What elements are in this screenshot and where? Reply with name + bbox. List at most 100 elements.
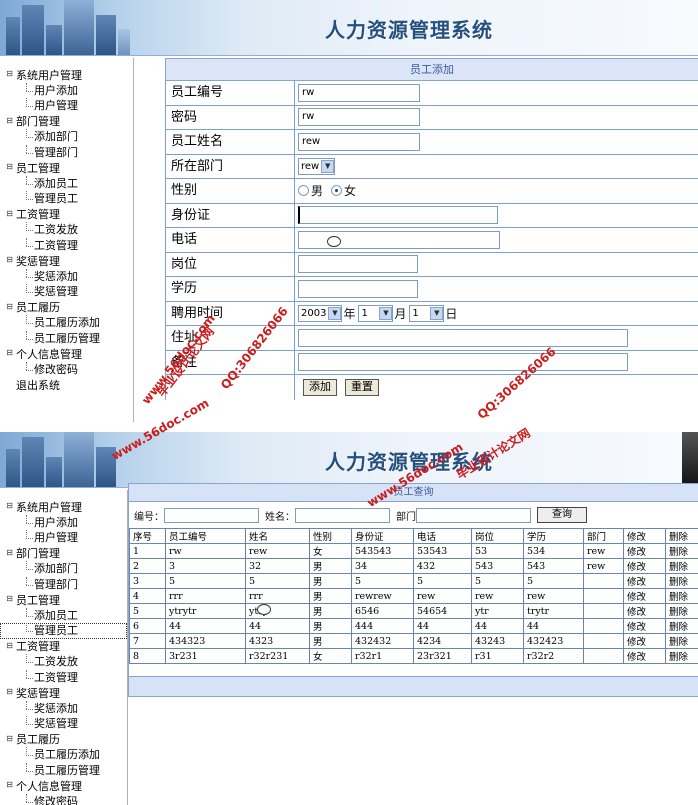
sidebar-item-dept-manage[interactable]: 管理部门: [0, 576, 127, 593]
search-button[interactable]: 查询: [537, 507, 587, 523]
remark-input[interactable]: [298, 353, 628, 372]
tree-expand-icon[interactable]: ⊟: [5, 256, 14, 265]
tree-expand-icon[interactable]: ⊟: [5, 641, 14, 651]
sidebar-item-change-password[interactable]: 修改密码: [0, 361, 133, 378]
sidebar-item-user-add[interactable]: 用户添加: [0, 82, 133, 99]
id-card-input[interactable]: [298, 206, 498, 225]
nav-group-header[interactable]: ⊟ 部门管理: [0, 114, 133, 130]
nav-group-header[interactable]: ⊟ 员工管理: [0, 160, 133, 176]
cell-edit-link[interactable]: 修改: [623, 603, 666, 619]
sidebar-item-dept-add[interactable]: 添加部门: [0, 129, 133, 145]
tree-expand-icon[interactable]: ⊟: [5, 209, 14, 219]
nav-group-header[interactable]: ⊟ 员工履历: [0, 300, 133, 316]
sidebar-item-user-add[interactable]: 用户添加: [0, 514, 127, 531]
nav-group-header[interactable]: ⊟ 系统用户管理: [0, 67, 133, 83]
sidebar-item-emp-add[interactable]: 添加员工: [0, 175, 133, 192]
nav-group-header[interactable]: ⊟ 系统用户管理: [0, 499, 127, 515]
tree-expand-icon[interactable]: ⊟: [5, 734, 14, 744]
sidebar-item-reward-add[interactable]: 奖惩添加: [0, 268, 133, 285]
cell-delete-link[interactable]: 删除: [665, 603, 698, 619]
gender-radio-male[interactable]: 男: [298, 182, 323, 199]
tree-expand-icon[interactable]: ⊟: [5, 163, 14, 172]
dept-select[interactable]: rew ▼: [298, 157, 336, 175]
emp-no-input[interactable]: rw: [298, 83, 420, 102]
cell-delete-link[interactable]: 删除: [665, 633, 698, 649]
cell-phone: 53543: [413, 543, 472, 559]
cell-edit-link[interactable]: 修改: [623, 618, 666, 634]
cell-delete-link[interactable]: 删除: [665, 588, 698, 604]
sidebar-item-resume-manage[interactable]: 员工履历管理: [0, 762, 127, 779]
nav-group-header[interactable]: ⊟ 员工管理: [0, 592, 127, 608]
sidebar-item-dept-manage[interactable]: 管理部门: [0, 144, 133, 161]
position-input[interactable]: [298, 255, 418, 274]
cell-edit-link[interactable]: 修改: [623, 633, 666, 649]
sidebar-item-logout[interactable]: 退出系统: [0, 377, 133, 393]
reset-button[interactable]: 重置: [345, 378, 379, 396]
education-input[interactable]: [298, 279, 418, 298]
tree-expand-icon[interactable]: ⊟: [5, 70, 14, 79]
radio-selected-icon[interactable]: [331, 185, 343, 197]
hire-day-select[interactable]: 1 ▼: [409, 304, 445, 322]
hire-month-select[interactable]: 1 ▼: [358, 304, 394, 322]
sidebar-item-salary-manage[interactable]: 工资管理: [0, 237, 133, 254]
sidebar-item-user-manage[interactable]: 用户管理: [0, 98, 133, 114]
cell-delete-link[interactable]: 删除: [665, 558, 698, 574]
radio-icon[interactable]: [298, 185, 309, 197]
tree-expand-icon[interactable]: ⊟: [5, 502, 14, 511]
tree-expand-icon[interactable]: ⊟: [5, 302, 14, 312]
sidebar-item-salary-pay[interactable]: 工资发放: [0, 654, 127, 670]
sidebar-item-change-password[interactable]: 修改密码: [0, 793, 127, 805]
cell-delete-link[interactable]: 删除: [665, 648, 698, 664]
cell-edit-link[interactable]: 修改: [623, 588, 666, 604]
nav-group-header[interactable]: ⊟ 奖惩管理: [0, 253, 133, 269]
query-emp-no-input[interactable]: [164, 507, 259, 523]
emp-name-input[interactable]: rew: [298, 132, 420, 151]
sidebar-item-user-manage[interactable]: 用户管理: [0, 530, 127, 546]
hire-year-select[interactable]: 2003 ▼: [298, 304, 343, 322]
tree-expand-icon[interactable]: ⊟: [5, 781, 14, 790]
chevron-down-icon[interactable]: ▼: [328, 306, 342, 320]
chevron-down-icon[interactable]: ▼: [430, 306, 444, 320]
sidebar-item-dept-add[interactable]: 添加部门: [0, 561, 127, 577]
address-input[interactable]: [298, 328, 628, 347]
sidebar-item-emp-manage[interactable]: 管理员工: [0, 623, 127, 639]
sidebar-item-emp-add[interactable]: 添加员工: [0, 607, 127, 624]
sidebar-item-resume-manage[interactable]: 员工履历管理: [0, 330, 133, 347]
sidebar-item-reward-add[interactable]: 奖惩添加: [0, 700, 127, 717]
nav-group-header[interactable]: ⊟ 工资管理: [0, 207, 133, 223]
tree-expand-icon[interactable]: ⊟: [5, 595, 14, 604]
nav-group-header[interactable]: ⊟ 个人信息管理: [0, 346, 133, 362]
tree-expand-icon[interactable]: ⊟: [5, 688, 14, 697]
cell-edit-link[interactable]: 修改: [623, 543, 666, 559]
cell-edit-link[interactable]: 修改: [623, 558, 666, 574]
nav-group-header[interactable]: ⊟ 工资管理: [0, 639, 127, 655]
sidebar-item-salary-pay[interactable]: 工资发放: [0, 222, 133, 238]
cell-delete-link[interactable]: 删除: [665, 618, 698, 634]
sidebar-item-resume-add[interactable]: 员工履历添加: [0, 747, 127, 763]
nav-group-header[interactable]: ⊟ 部门管理: [0, 546, 127, 562]
nav-group-system-users: ⊟ 系统用户管理 用户添加 用户管理: [0, 499, 127, 546]
sidebar-item-reward-manage[interactable]: 奖惩管理: [0, 716, 127, 732]
sidebar-item-salary-manage[interactable]: 工资管理: [0, 669, 127, 686]
sidebar-item-resume-add[interactable]: 员工履历添加: [0, 315, 133, 331]
tree-expand-icon[interactable]: ⊟: [5, 349, 14, 358]
query-dept-input[interactable]: [416, 507, 531, 523]
gender-radio-female[interactable]: 女: [331, 182, 356, 199]
sidebar-item-emp-manage[interactable]: 管理员工: [0, 191, 133, 207]
tree-expand-icon[interactable]: ⊟: [5, 116, 14, 126]
cell-delete-link[interactable]: 删除: [665, 573, 698, 589]
cell-edit-link[interactable]: 修改: [623, 573, 666, 589]
password-input[interactable]: rw: [298, 108, 420, 127]
sidebar-item-reward-manage[interactable]: 奖惩管理: [0, 284, 133, 300]
cell-delete-link[interactable]: 删除: [665, 543, 698, 559]
employee-table: 序号 员工编号 姓名 性别 身份证 电话 岗位 学历 部门 修改 删除 1 rw r…: [129, 528, 698, 664]
cell-edit-link[interactable]: 修改: [623, 648, 666, 664]
add-button[interactable]: 添加: [303, 378, 337, 396]
nav-group-header[interactable]: ⊟ 奖惩管理: [0, 685, 127, 701]
chevron-down-icon[interactable]: ▼: [379, 306, 393, 320]
query-name-input[interactable]: [295, 507, 390, 523]
tree-expand-icon[interactable]: ⊟: [5, 548, 14, 558]
chevron-down-icon[interactable]: ▼: [321, 159, 335, 173]
nav-group-header[interactable]: ⊟ 员工履历: [0, 732, 127, 748]
nav-group-header[interactable]: ⊟ 个人信息管理: [0, 778, 127, 794]
